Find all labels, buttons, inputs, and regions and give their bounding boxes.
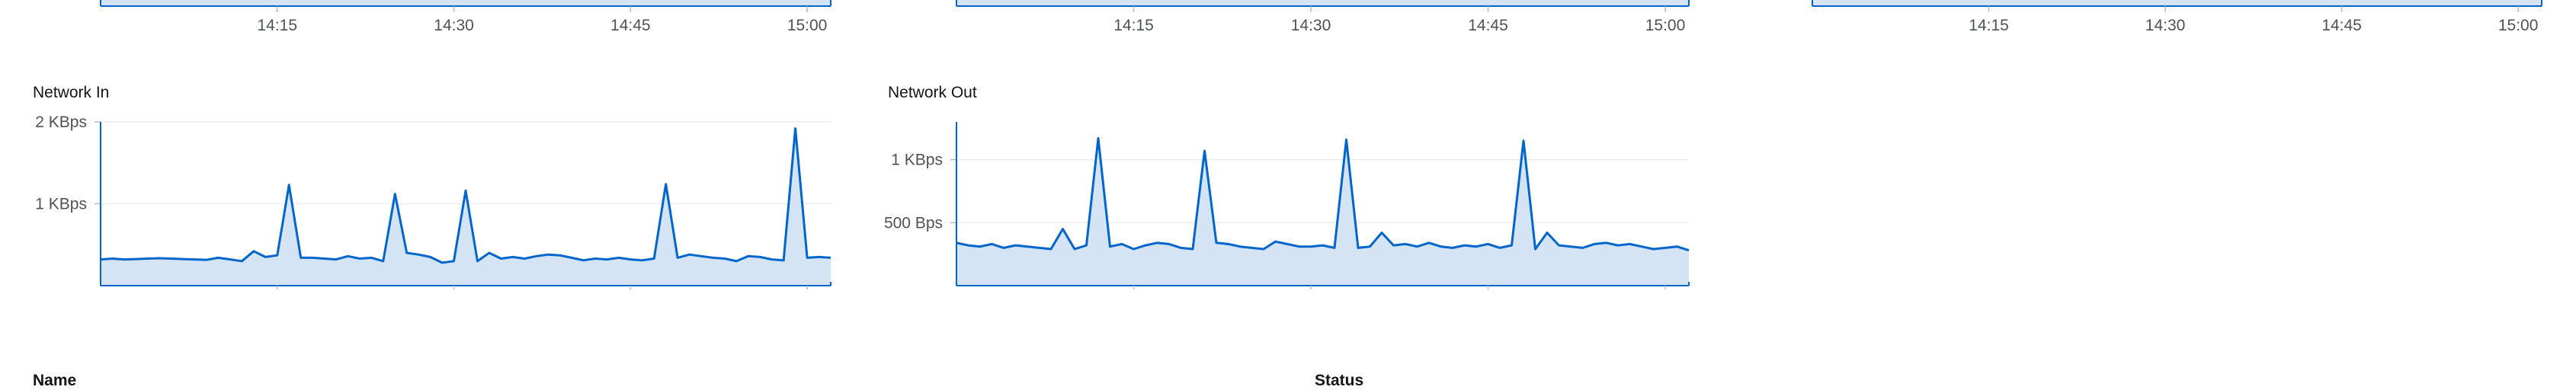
chart-top-right-svg: 14:15 14:30 14:45 15:00 xyxy=(1812,0,2542,34)
x-tick-label: 15:00 xyxy=(1645,17,1686,34)
network-in-title: Network In xyxy=(33,84,110,101)
chart-network-in: 2 KBps1 KBps14:1514:3014:4515:00 xyxy=(0,107,854,318)
series-area xyxy=(101,128,831,286)
x-tick-label: 15:00 xyxy=(787,17,828,34)
chart-top-left: 14:15 14:30 14:45 15:00 xyxy=(0,0,854,53)
chart-network-out-svg: 1 KBps500 Bps14:1514:3014:4515:00 xyxy=(884,122,1690,318)
series-line xyxy=(956,137,1690,252)
x-tick-label: 14:30 xyxy=(2145,17,2186,34)
x-tick-label: 14:45 xyxy=(2321,17,2362,34)
y-tick-label: 1 KBps xyxy=(891,152,943,169)
y-tick-label: 2 KBps xyxy=(35,113,87,131)
series-area xyxy=(101,0,831,6)
x-tick-label: 14:15 xyxy=(1113,17,1154,34)
network-out-title: Network Out xyxy=(888,84,977,101)
x-tick-label: 14:15 xyxy=(1969,17,2009,34)
x-tick-label: 14:15 xyxy=(257,17,297,34)
chart-network-out: 1 KBps500 Bps14:1514:3014:4515:00 xyxy=(854,107,1707,318)
chart-top-middle-svg: 14:15 14:30 14:45 15:00 xyxy=(956,0,1690,34)
y-tick-label: 500 Bps xyxy=(884,214,943,232)
chart-top-right: 14:15 14:30 14:45 15:00 xyxy=(1707,0,2576,53)
status-column-label: Status xyxy=(1315,372,1364,389)
chart-top-left-svg: 14:15 14:30 14:45 15:00 xyxy=(100,0,831,34)
name-column-label: Name xyxy=(33,372,77,389)
series-area xyxy=(956,0,1689,6)
y-tick-label: 1 KBps xyxy=(35,196,87,213)
x-tick-label: 15:00 xyxy=(2498,17,2539,34)
chart-network-in-svg: 2 KBps1 KBps14:1514:3014:4515:00 xyxy=(35,113,831,318)
x-tick-label: 14:30 xyxy=(434,17,474,34)
series-area xyxy=(1812,0,2542,6)
x-tick-label: 14:45 xyxy=(610,17,651,34)
x-tick-label: 14:30 xyxy=(1291,17,1331,34)
x-tick-label: 14:45 xyxy=(1468,17,1508,34)
chart-top-middle: 14:15 14:30 14:45 15:00 xyxy=(854,0,1707,53)
series-area xyxy=(956,138,1689,286)
